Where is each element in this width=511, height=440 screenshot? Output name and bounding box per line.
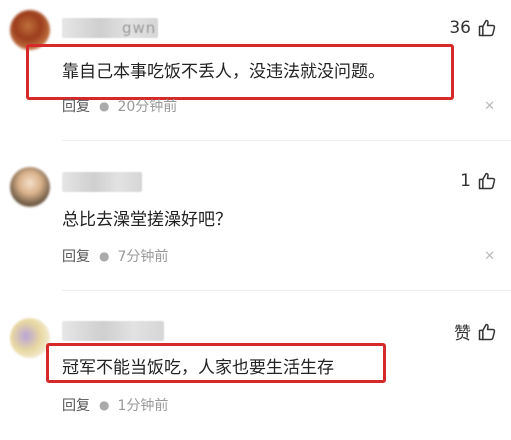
timestamp: 7分钟前 [117, 249, 169, 265]
comment-meta: 回复 ● 20分钟前 [62, 96, 177, 116]
comment-text: 靠自己本事吃饭不丢人，没违法就没问题。 [62, 62, 385, 82]
like-button[interactable]: 36 [449, 18, 497, 38]
like-button[interactable]: 1 [460, 171, 497, 191]
username[interactable]: gwn [62, 18, 158, 38]
avatar[interactable] [10, 318, 50, 358]
like-label: 赞 [454, 324, 471, 344]
comment-meta: 回复 ● 7分钟前 [62, 246, 168, 266]
reply-button[interactable]: 回复 [62, 395, 90, 415]
close-icon[interactable]: ✕ [484, 99, 495, 114]
separator-dot: ● [99, 398, 110, 412]
divider [62, 140, 511, 141]
like-count: 1 [460, 171, 471, 191]
separator-dot: ● [99, 249, 110, 263]
divider [62, 290, 511, 291]
avatar[interactable] [10, 167, 50, 207]
comment-meta: 回复 ● 1分钟前 [62, 395, 168, 415]
thumbs-up-icon [478, 323, 496, 340]
like-count: 36 [449, 18, 471, 38]
timestamp: 1分钟前 [117, 398, 169, 414]
reply-button[interactable]: 回复 [62, 96, 90, 116]
close-icon[interactable]: ✕ [484, 249, 495, 264]
username[interactable] [62, 172, 142, 192]
thumbs-up-icon [478, 172, 496, 190]
username[interactable] [62, 321, 164, 341]
separator-dot: ● [99, 99, 110, 113]
thumbs-up-icon [478, 19, 496, 37]
comment-text: 冠军不能当饭吃，人家也要生活生存 [62, 358, 334, 378]
timestamp: 20分钟前 [117, 99, 178, 115]
comment-text: 总比去澡堂搓澡好吧？ [62, 210, 232, 230]
reply-button[interactable]: 回复 [62, 246, 90, 266]
like-button[interactable]: 赞 [454, 319, 497, 344]
